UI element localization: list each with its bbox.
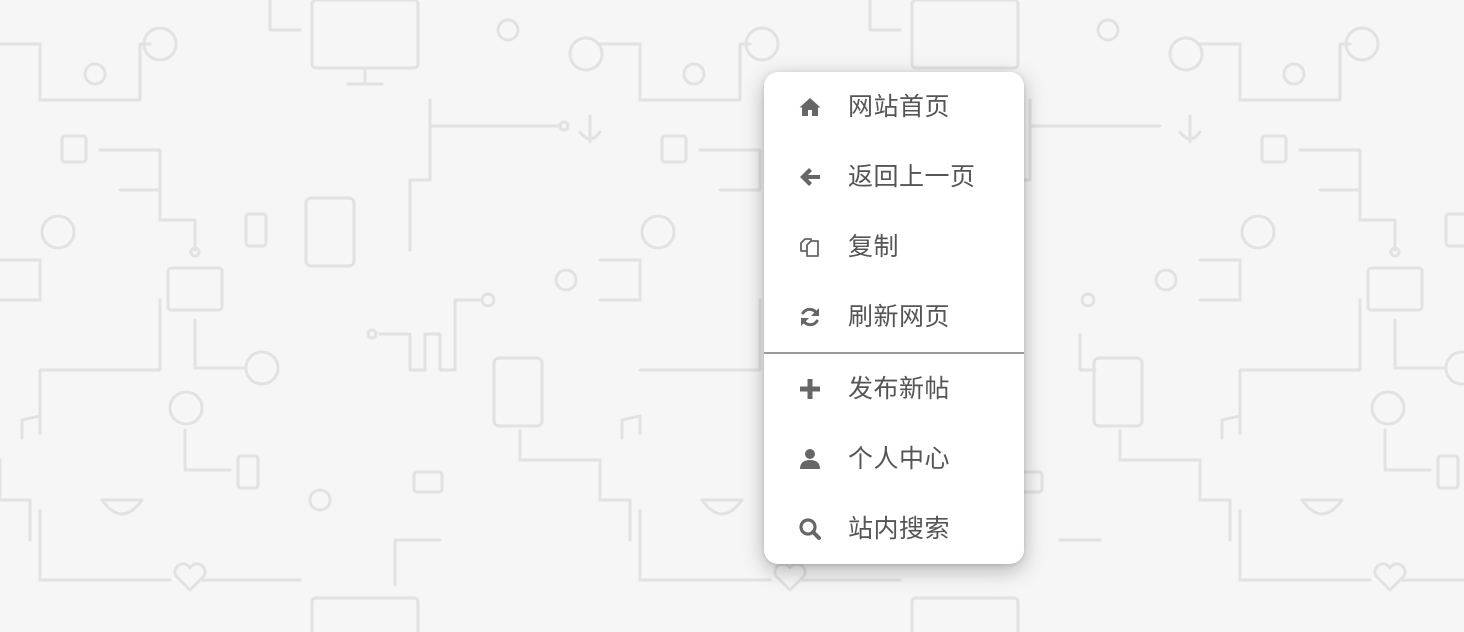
- user-icon: [798, 447, 822, 471]
- menu-item-copy[interactable]: 复制: [764, 212, 1024, 282]
- search-icon: [798, 517, 822, 541]
- menu-item-back[interactable]: 返回上一页: [764, 142, 1024, 212]
- background-pattern: [0, 0, 1464, 632]
- menu-item-new-post[interactable]: 发布新帖: [764, 354, 1024, 424]
- home-icon: [798, 95, 822, 119]
- copy-icon: [798, 235, 822, 259]
- arrow-left-icon: [798, 165, 822, 189]
- menu-item-label: 发布新帖: [848, 374, 951, 403]
- menu-item-label: 网站首页: [848, 92, 951, 121]
- menu-item-label: 个人中心: [848, 444, 951, 473]
- refresh-icon: [798, 305, 822, 329]
- plus-icon: [798, 377, 822, 401]
- menu-item-profile[interactable]: 个人中心: [764, 424, 1024, 494]
- menu-item-label: 返回上一页: [848, 162, 976, 191]
- menu-item-search[interactable]: 站内搜索: [764, 494, 1024, 564]
- menu-item-label: 复制: [848, 232, 900, 261]
- menu-item-refresh[interactable]: 刷新网页: [764, 282, 1024, 352]
- menu-item-label: 刷新网页: [848, 302, 951, 331]
- context-menu: 网站首页 返回上一页 复制 刷新网页 发布新帖 个人中心 站内搜索: [764, 72, 1024, 564]
- menu-item-label: 站内搜索: [848, 514, 951, 543]
- menu-item-home[interactable]: 网站首页: [764, 72, 1024, 142]
